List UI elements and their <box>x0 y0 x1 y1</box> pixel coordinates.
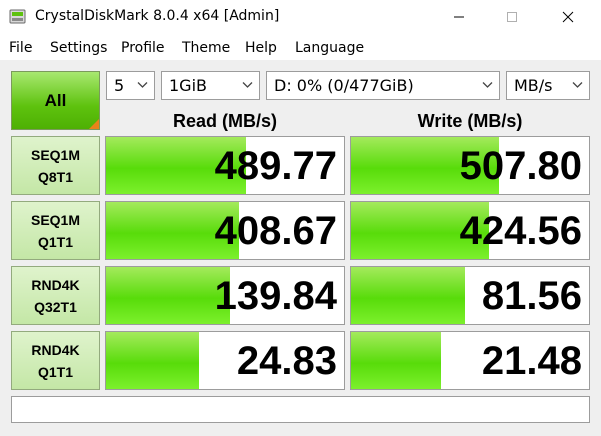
write-bar <box>351 267 466 324</box>
close-button[interactable] <box>545 0 591 33</box>
read-result: 24.83 <box>105 331 345 390</box>
read-bar <box>106 267 230 324</box>
read-result: 489.77 <box>105 136 345 195</box>
unit-value: MB/s <box>514 76 553 95</box>
write-value: 424.56 <box>459 209 582 253</box>
maximize-icon <box>507 11 517 22</box>
minimize-icon <box>454 16 464 17</box>
test-rnd4k-q32t1-button[interactable]: RND4K Q32T1 <box>11 266 100 325</box>
test-size-select[interactable]: 1GiB <box>161 71 260 100</box>
read-value: 408.67 <box>214 209 337 253</box>
chevron-down-icon <box>242 82 253 88</box>
read-header: Read (MB/s) <box>172 111 277 131</box>
read-value: 24.83 <box>236 339 337 383</box>
close-icon <box>562 11 574 22</box>
write-value: 81.56 <box>481 274 582 318</box>
chevron-down-icon <box>137 82 148 88</box>
test-queue: Q1T1 <box>37 363 73 380</box>
write-bar <box>351 332 442 389</box>
title-bar: CrystalDiskMark 8.0.4 x64 [Admin] <box>0 0 601 33</box>
menu-language[interactable]: Language <box>295 39 364 57</box>
maximize-button[interactable] <box>489 0 535 33</box>
read-bar <box>106 332 199 389</box>
write-result: 81.56 <box>350 266 590 325</box>
app-icon <box>9 9 26 24</box>
comment-input[interactable] <box>11 396 590 423</box>
menu-file[interactable]: File <box>9 39 32 57</box>
menu-bar: File Settings Profile Theme Help Languag… <box>0 36 601 60</box>
write-value: 21.48 <box>481 339 582 383</box>
corner-indicator-icon <box>89 119 99 129</box>
test-queue: Q32T1 <box>34 298 77 315</box>
test-count-value: 5 <box>114 76 125 95</box>
read-result: 408.67 <box>105 201 345 260</box>
test-seq1m-q1t1-button[interactable]: SEQ1M Q1T1 <box>11 201 100 260</box>
all-button-label: All <box>44 90 67 110</box>
menu-help[interactable]: Help <box>245 39 277 57</box>
test-queue: Q8T1 <box>37 168 73 185</box>
write-header: Write (MB/s) <box>417 111 523 131</box>
read-value: 489.77 <box>214 144 337 188</box>
test-size-value: 1GiB <box>169 76 207 95</box>
window-title: CrystalDiskMark 8.0.4 x64 [Admin] <box>35 8 280 24</box>
test-queue: Q1T1 <box>37 233 73 250</box>
read-value: 139.84 <box>214 274 337 318</box>
write-result: 507.80 <box>350 136 590 195</box>
test-name: RND4K <box>31 276 80 293</box>
drive-value: D: 0% (0/477GiB) <box>274 76 414 95</box>
chevron-down-icon <box>572 82 583 88</box>
write-result: 21.48 <box>350 331 590 390</box>
test-name: SEQ1M <box>30 146 80 163</box>
drive-select[interactable]: D: 0% (0/477GiB) <box>266 71 500 100</box>
menu-profile[interactable]: Profile <box>121 39 165 57</box>
menu-theme[interactable]: Theme <box>182 39 230 57</box>
test-seq1m-q8t1-button[interactable]: SEQ1M Q8T1 <box>11 136 100 195</box>
minimize-button[interactable] <box>436 0 482 33</box>
write-result: 424.56 <box>350 201 590 260</box>
read-result: 139.84 <box>105 266 345 325</box>
all-button[interactable]: All <box>11 71 100 130</box>
test-name: RND4K <box>31 341 80 358</box>
unit-select[interactable]: MB/s <box>506 71 590 100</box>
test-rnd4k-q1t1-button[interactable]: RND4K Q1T1 <box>11 331 100 390</box>
test-count-select[interactable]: 5 <box>106 71 155 100</box>
menu-settings[interactable]: Settings <box>50 39 107 57</box>
test-name: SEQ1M <box>30 211 80 228</box>
write-value: 507.80 <box>459 144 582 188</box>
chevron-down-icon <box>482 82 493 88</box>
